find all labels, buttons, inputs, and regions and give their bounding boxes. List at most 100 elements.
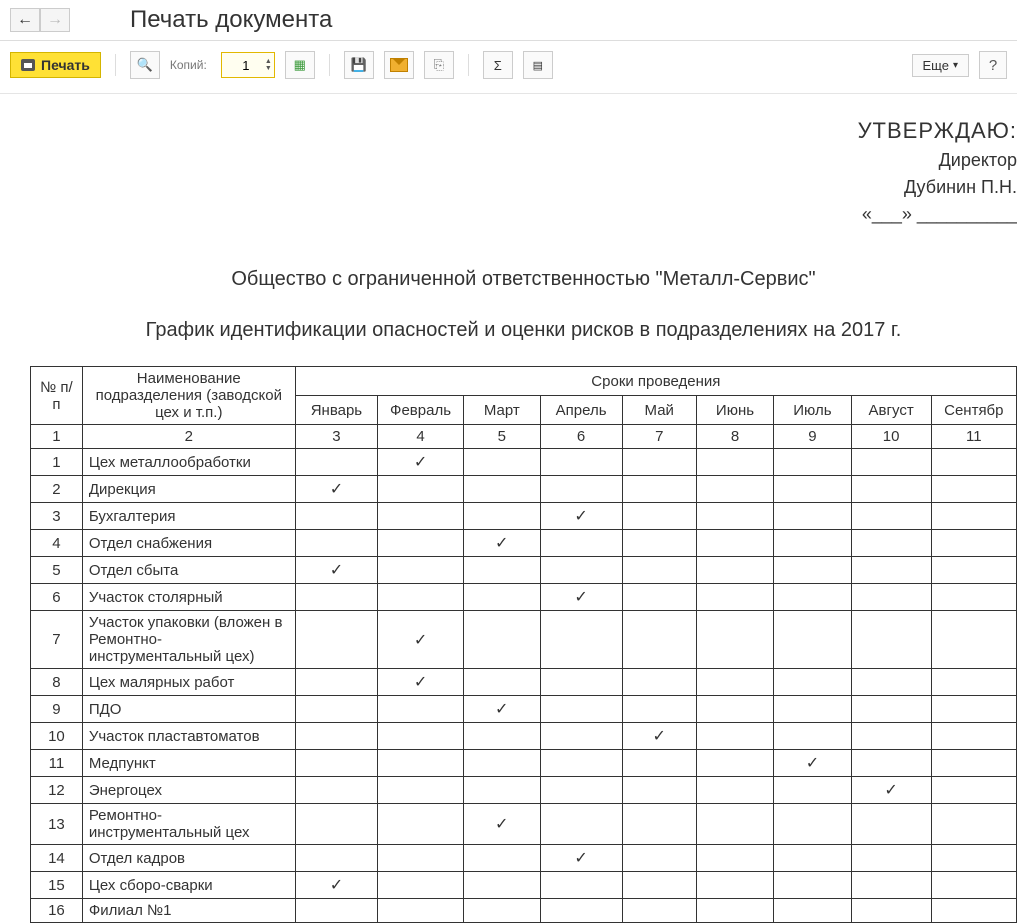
month-cell — [622, 804, 696, 845]
month-cell — [295, 723, 377, 750]
month-cell — [931, 845, 1016, 872]
month-cell — [851, 449, 931, 476]
table-row: 11Медпункт✓ — [31, 750, 1017, 777]
month-header: Январь — [295, 396, 377, 425]
month-cell — [378, 557, 464, 584]
page-title: Печать документа — [130, 6, 332, 34]
col-name-header: Наименование подразделения (заводской це… — [82, 367, 295, 425]
month-header: Май — [622, 396, 696, 425]
table-row: 6Участок столярный✓ — [31, 584, 1017, 611]
more-button-label: Еще — [923, 58, 949, 73]
copies-input[interactable] — [229, 57, 263, 74]
month-cell — [774, 503, 851, 530]
month-cell — [851, 503, 931, 530]
table-row: 14Отдел кадров✓ — [31, 845, 1017, 872]
template-button[interactable]: ▦ — [285, 51, 315, 79]
month-cell: ✓ — [378, 449, 464, 476]
month-cell — [295, 804, 377, 845]
month-cell — [540, 669, 622, 696]
more-button[interactable]: Еще ▾ — [912, 54, 969, 77]
row-number: 12 — [31, 777, 83, 804]
month-cell — [622, 696, 696, 723]
department-name: Участок пластавтоматов — [82, 723, 295, 750]
month-cell — [295, 503, 377, 530]
month-header: Август — [851, 396, 931, 425]
email-button[interactable] — [384, 51, 414, 79]
month-cell — [851, 899, 931, 923]
month-cell — [774, 611, 851, 669]
nav-forward-button[interactable]: → — [40, 8, 70, 32]
table-row: 9ПДО✓ — [31, 696, 1017, 723]
department-name: Ремонтно-инструментальный цех — [82, 804, 295, 845]
nav-back-button[interactable]: ← — [10, 8, 40, 32]
mail-icon — [390, 58, 408, 72]
month-cell — [463, 476, 540, 503]
month-cell — [540, 804, 622, 845]
company-name: Общество с ограниченной ответственностью… — [30, 268, 1017, 291]
column-number: 5 — [463, 425, 540, 449]
month-cell — [540, 723, 622, 750]
column-number: 1 — [31, 425, 83, 449]
column-number: 6 — [540, 425, 622, 449]
month-cell — [540, 750, 622, 777]
month-cell: ✓ — [540, 584, 622, 611]
row-number: 7 — [31, 611, 83, 669]
department-name: Филиал №1 — [82, 899, 295, 923]
month-cell — [931, 530, 1016, 557]
month-cell — [696, 476, 773, 503]
month-cell — [378, 476, 464, 503]
month-cell — [463, 669, 540, 696]
save-button[interactable]: 💾 — [344, 51, 374, 79]
preview-button[interactable]: 🔍 — [130, 51, 160, 79]
month-cell — [696, 804, 773, 845]
month-cell — [295, 750, 377, 777]
month-cell — [931, 777, 1016, 804]
separator — [115, 54, 116, 76]
month-cell — [774, 530, 851, 557]
department-name: Цех металлообработки — [82, 449, 295, 476]
month-cell — [931, 503, 1016, 530]
month-cell — [774, 899, 851, 923]
sigma-icon: Σ — [494, 58, 502, 73]
month-cell — [774, 872, 851, 899]
month-cell — [851, 584, 931, 611]
department-name: Дирекция — [82, 476, 295, 503]
copies-down[interactable]: ▼ — [265, 65, 272, 72]
month-cell — [540, 530, 622, 557]
month-cell — [696, 750, 773, 777]
export-button[interactable]: ⎘ — [424, 51, 454, 79]
month-cell: ✓ — [774, 750, 851, 777]
month-cell — [931, 476, 1016, 503]
copies-up[interactable]: ▲ — [265, 58, 272, 65]
row-number: 8 — [31, 669, 83, 696]
month-cell — [540, 777, 622, 804]
month-cell — [851, 750, 931, 777]
month-cell — [622, 669, 696, 696]
month-cell — [463, 584, 540, 611]
department-name: Цех сборо-сварки — [82, 872, 295, 899]
copies-stepper[interactable]: ▲ ▼ — [221, 52, 275, 78]
month-cell — [463, 723, 540, 750]
table-row: 1Цех металлообработки✓ — [31, 449, 1017, 476]
month-cell — [696, 777, 773, 804]
month-cell — [622, 872, 696, 899]
sum-button[interactable]: Σ — [483, 51, 513, 79]
month-cell — [774, 777, 851, 804]
department-name: Медпункт — [82, 750, 295, 777]
month-cell — [622, 611, 696, 669]
department-name: Энергоцех — [82, 777, 295, 804]
help-button[interactable]: ? — [979, 51, 1007, 79]
save-icon: 💾 — [351, 57, 367, 73]
month-cell — [622, 777, 696, 804]
print-button[interactable]: Печать — [10, 52, 101, 78]
month-cell — [378, 530, 464, 557]
separator — [329, 54, 330, 76]
month-cell — [774, 557, 851, 584]
month-cell — [851, 696, 931, 723]
month-cell: ✓ — [378, 611, 464, 669]
month-cell — [774, 723, 851, 750]
calc-button[interactable]: ▤ — [523, 51, 553, 79]
month-cell — [851, 872, 931, 899]
month-cell: ✓ — [540, 845, 622, 872]
column-number: 8 — [696, 425, 773, 449]
